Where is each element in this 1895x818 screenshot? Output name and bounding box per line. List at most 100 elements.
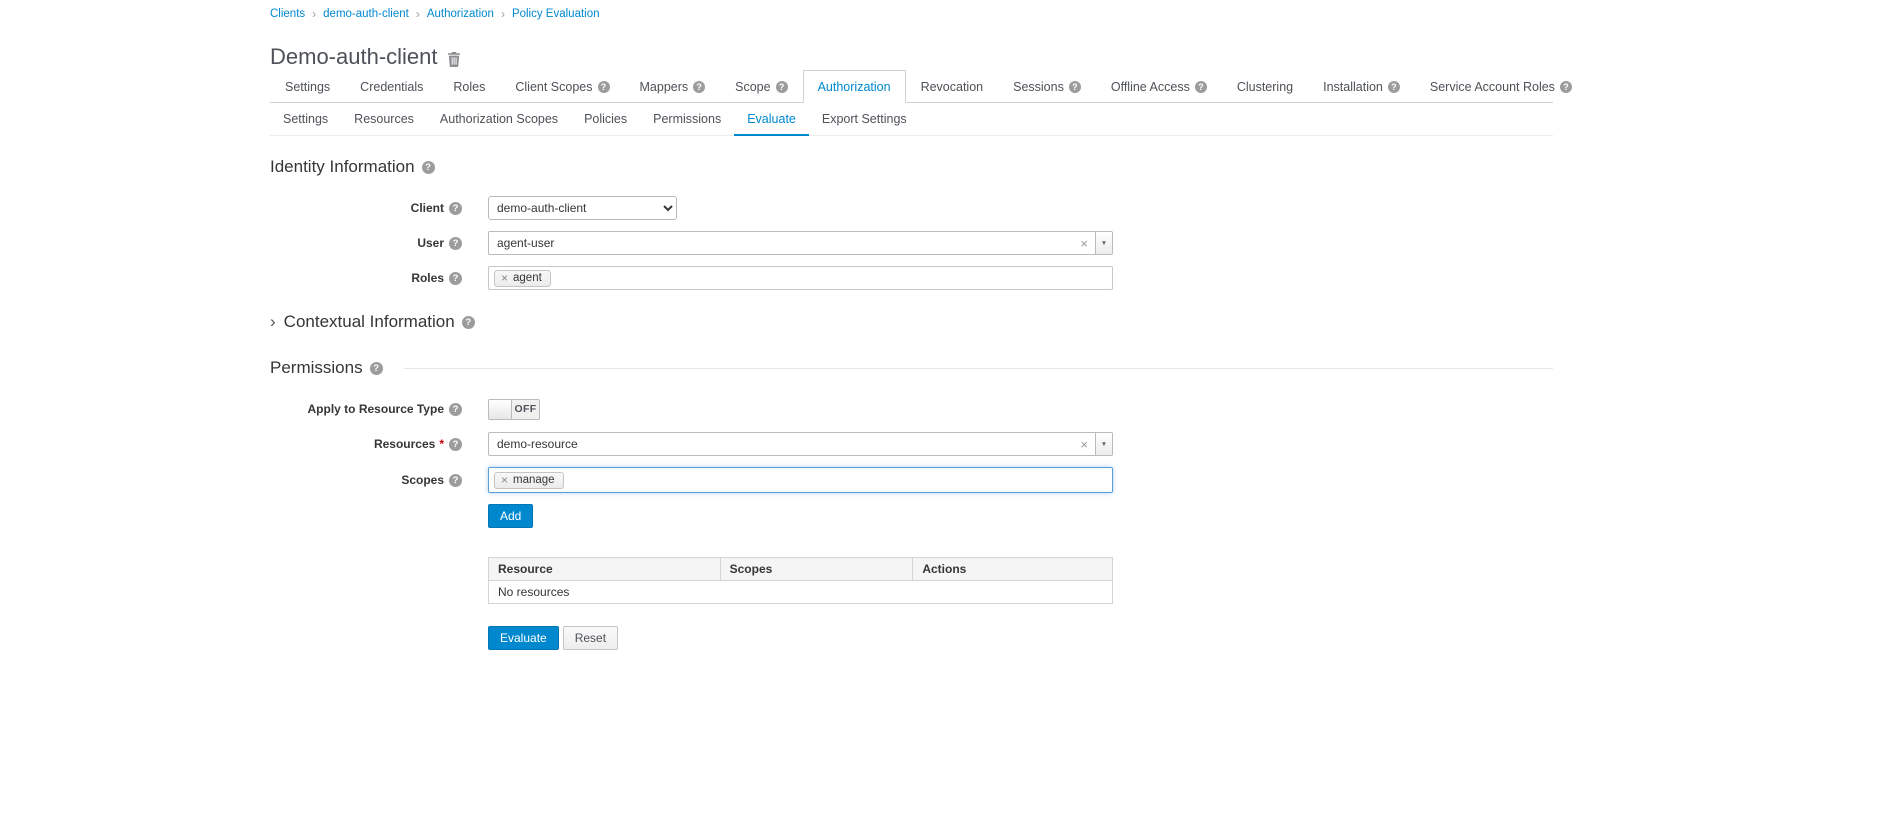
clear-user-icon[interactable]: × [1076,232,1095,254]
tab-offline-access[interactable]: Offline Access? [1096,70,1222,103]
subtab-settings[interactable]: Settings [270,103,341,136]
roles-input[interactable]: × agent [488,266,1113,290]
subtab-label: Authorization Scopes [440,112,558,126]
form-actions-row: Evaluate Reset [270,626,1553,650]
tab-credentials[interactable]: Credentials [345,70,438,103]
resources-select-value[interactable]: demo-resource [489,433,1076,455]
contextual-information-header[interactable]: › Contextual Information ? [270,312,1553,332]
authorization-subtabs: Settings Resources Authorization Scopes … [270,103,1553,136]
resources-field-row: Resources * ? demo-resource × ▼ [270,432,1553,456]
tab-sessions[interactable]: Sessions? [998,70,1096,103]
form-actions: Evaluate Reset [488,626,1553,650]
help-icon: ? [449,403,462,416]
content-container: Clients › demo-auth-client › Authorizati… [270,0,1553,650]
subtab-label: Export Settings [822,112,907,126]
add-button[interactable]: Add [488,504,533,528]
scopes-control: × manage [488,467,1553,493]
section-title: Identity Information [270,157,415,177]
tab-roles[interactable]: Roles [438,70,500,103]
column-header-actions: Actions [913,558,1113,581]
tab-authorization[interactable]: Authorization [803,70,906,103]
client-select[interactable]: demo-auth-client [488,196,677,220]
breadcrumb-client[interactable]: demo-auth-client [323,8,409,20]
subtab-label: Resources [354,112,414,126]
tab-service-account-roles[interactable]: Service Account Roles? [1415,70,1587,103]
tab-mappers[interactable]: Mappers? [625,70,721,103]
toggle-state-label: OFF [512,400,539,419]
subtab-label: Settings [283,112,328,126]
field-label: Scopes [401,473,444,487]
user-select-value[interactable]: agent-user [489,232,1076,254]
resources-table-row: Resource Scopes Actions No resources [270,539,1553,604]
resources-dropdown-button[interactable]: ▼ [1095,433,1112,455]
help-icon: ? [776,81,788,93]
field-label: Client [411,201,444,215]
subtab-policies[interactable]: Policies [571,103,640,136]
chevron-right-icon: › [270,312,276,332]
breadcrumb-policy-evaluation[interactable]: Policy Evaluation [512,8,600,20]
tab-label: Service Account Roles [1430,80,1555,94]
client-label: Client ? [270,201,488,215]
tab-clustering[interactable]: Clustering [1222,70,1308,103]
user-dropdown-button[interactable]: ▼ [1095,232,1112,254]
resources-select: demo-resource × ▼ [488,432,1113,456]
breadcrumb-clients[interactable]: Clients [270,8,305,20]
subtab-evaluate[interactable]: Evaluate [734,103,809,136]
scopes-label: Scopes ? [270,473,488,487]
help-icon: ? [449,202,462,215]
permissions-header: Permissions ? [270,358,1553,378]
apply-resource-type-toggle[interactable]: OFF [488,399,540,420]
caret-down-icon: ▼ [1101,240,1107,247]
user-label: User ? [270,236,488,250]
field-label: Apply to Resource Type [308,402,444,416]
subtab-permissions[interactable]: Permissions [640,103,734,136]
tab-scope[interactable]: Scope? [720,70,802,103]
client-field-row: Client ? demo-auth-client [270,196,1553,220]
help-icon: ? [1388,81,1400,93]
help-icon: ? [449,438,462,451]
tab-settings[interactable]: Settings [270,70,345,103]
remove-role-icon[interactable]: × [501,272,508,284]
subtab-export-settings[interactable]: Export Settings [809,103,920,136]
remove-scope-icon[interactable]: × [501,474,508,486]
resources-label: Resources * ? [270,437,488,451]
evaluate-button[interactable]: Evaluate [488,626,559,650]
tab-label: Clustering [1237,80,1293,94]
tab-installation[interactable]: Installation? [1308,70,1415,103]
section-title: Contextual Information [284,312,455,332]
tab-client-scopes[interactable]: Client Scopes? [500,70,624,103]
breadcrumb: Clients › demo-auth-client › Authorizati… [270,0,1553,21]
subtab-resources[interactable]: Resources [341,103,427,136]
tab-label: Client Scopes [515,80,592,94]
tab-label: Mappers [640,80,689,94]
add-row: Add [270,504,1553,528]
breadcrumb-authorization[interactable]: Authorization [427,8,494,20]
scopes-input[interactable]: × manage [488,467,1113,493]
roles-label: Roles ? [270,271,488,285]
tab-revocation[interactable]: Revocation [906,70,999,103]
permissions-form: Apply to Resource Type ? OFF Resources *… [270,397,1553,650]
help-icon: ? [693,81,705,93]
help-icon: ? [449,272,462,285]
field-label: User [417,236,444,250]
table-header-row: Resource Scopes Actions [489,558,1113,581]
identity-form: Client ? demo-auth-client User ? agent-u… [270,196,1553,290]
scope-tag: × manage [494,472,564,489]
clear-resource-icon[interactable]: × [1076,433,1095,455]
subtab-label: Policies [584,112,627,126]
tab-label: Offline Access [1111,80,1190,94]
role-tag-label: agent [513,272,542,284]
tab-label: Roles [453,80,485,94]
apply-resource-type-row: Apply to Resource Type ? OFF [270,397,1553,421]
identity-information-header: Identity Information ? [270,157,1553,177]
apply-resource-type-label: Apply to Resource Type ? [270,402,488,416]
tab-label: Scope [735,80,770,94]
tab-label: Installation [1323,80,1383,94]
toggle-handle [489,400,512,419]
page-title-row: Demo-auth-client [270,44,1553,70]
field-label: Resources [374,437,435,451]
help-icon: ? [370,362,383,375]
subtab-authorization-scopes[interactable]: Authorization Scopes [427,103,571,136]
delete-client-icon[interactable] [447,51,461,67]
reset-button[interactable]: Reset [563,626,618,650]
